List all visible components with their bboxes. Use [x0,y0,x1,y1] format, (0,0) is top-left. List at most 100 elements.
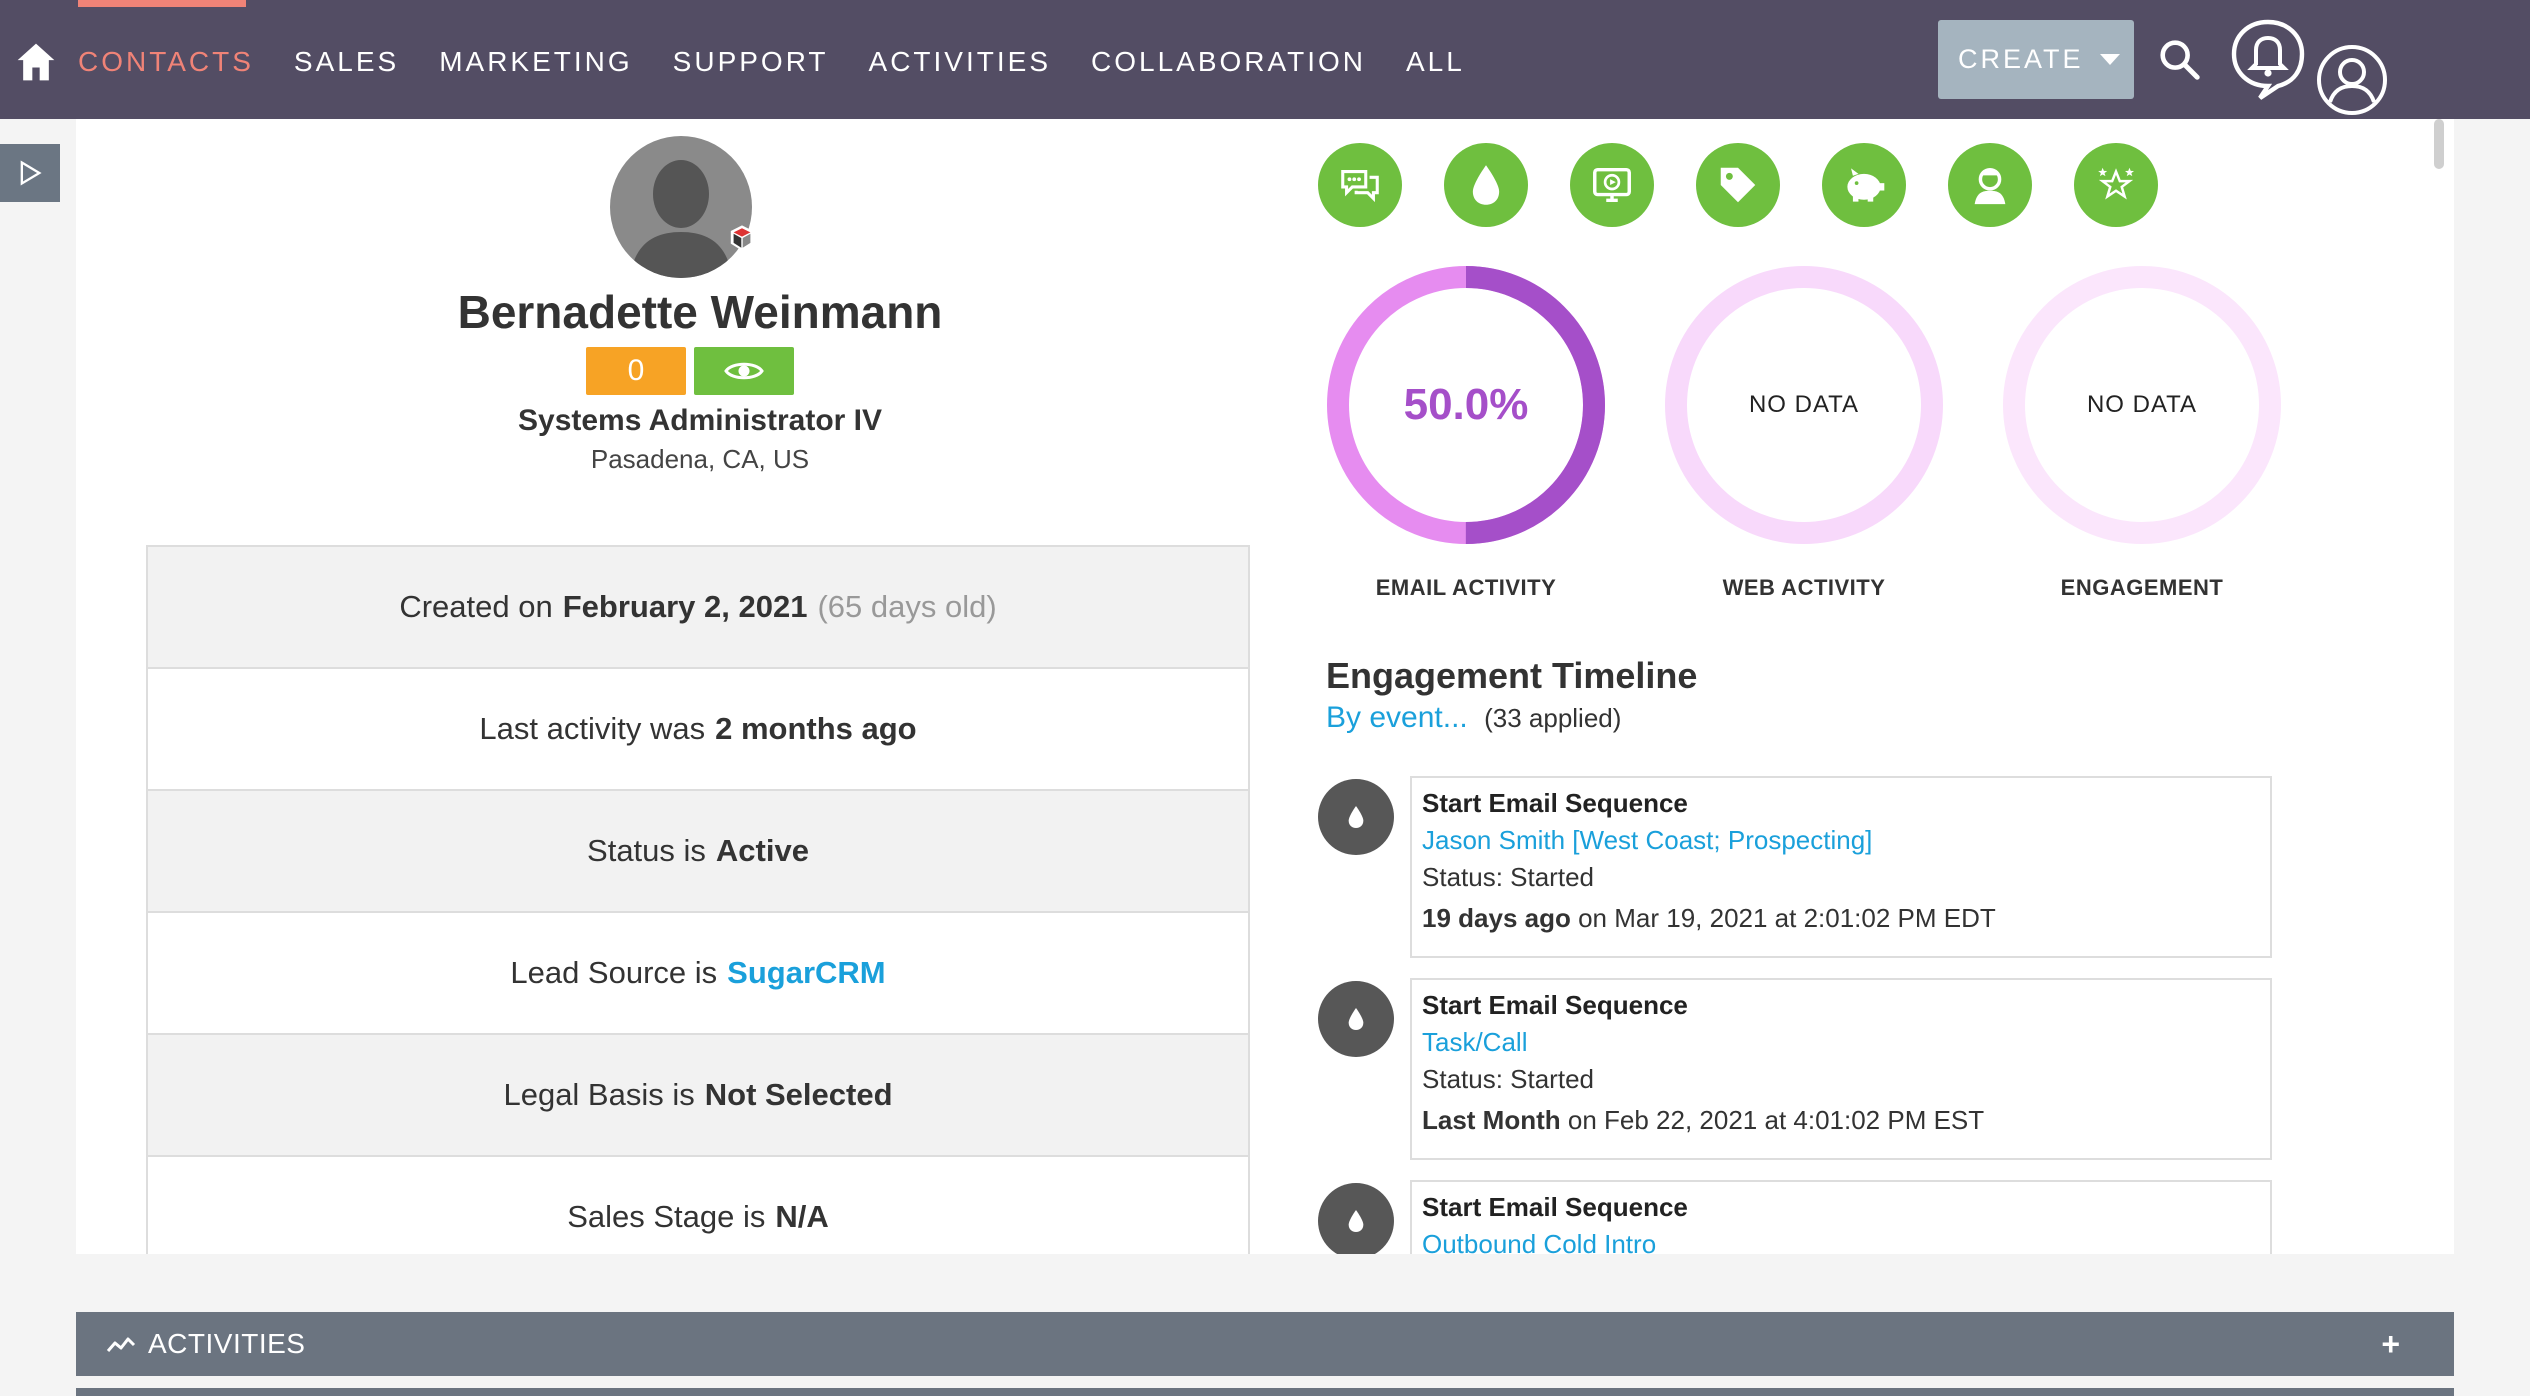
info-value: Active [715,833,809,868]
email-activity-value: 50.0% [1403,380,1529,429]
nav-activities[interactable]: ACTIVITIES [869,46,1051,78]
contact-badges: 0 [586,347,794,395]
home-icon[interactable] [14,40,58,84]
timeline-event-icon [1318,981,1394,1057]
timeline-title: Engagement Timeline [1326,655,1698,696]
event-filter-link[interactable]: By event... [1326,701,1468,734]
play-icon [20,160,42,186]
person-icon[interactable] [1948,143,2032,227]
info-row-legal-basis: Legal Basis is Not Selected [148,1035,1248,1157]
event-time: Last Month on Feb 22, 2021 at 4:01:02 PM… [1422,1105,2260,1136]
web-activity-value-wrap: NO DATA [1662,263,1946,547]
info-age: (65 days old) [817,589,997,624]
activities-label: ACTIVITIES [148,1328,306,1359]
avatar-silhouette-icon [630,160,732,278]
timeline-event-icon [1318,779,1394,855]
event-absolute-time: on Feb 22, 2021 at 4:01:02 PM EST [1567,1105,1985,1135]
activities-subpanel-header[interactable]: ACTIVITIES + [76,1312,2454,1376]
event-status: Status: Started [1422,862,1594,892]
page-scrollbar[interactable] [2428,119,2448,1254]
info-row-last-activity: Last activity was 2 months ago [148,669,1248,791]
event-absolute-time: on Mar 19, 2021 at 2:01:02 PM EDT [1578,903,1996,933]
event-link[interactable]: Outbound Cold Intro [1422,1229,2260,1254]
info-value: N/A [775,1199,829,1234]
info-label: Status is [587,833,706,868]
drop-icon [1348,1008,1364,1030]
timeline-event-icon [1318,1183,1394,1254]
piggy-bank-icon[interactable] [1822,143,1906,227]
contact-location: Pasadena, CA, US [590,444,810,474]
info-row-sales-stage: Sales Stage is N/A [148,1157,1248,1254]
event-time: 19 days ago on Mar 19, 2021 at 2:01:02 P… [1422,903,2260,934]
contact-info-table: Created on February 2, 2021 (65 days old… [146,545,1250,1254]
info-label: Last activity was [479,711,706,746]
watch-badge[interactable] [694,347,794,395]
email-activity-value-wrap: 50.0% [1324,263,1608,547]
engagement-value: NO DATA [2086,391,2198,418]
engagement-label: ENGAGEMENT [2060,575,2224,600]
stars-icon[interactable] [2074,143,2158,227]
nav-contacts[interactable]: CONTACTS [78,46,254,78]
nav-sales[interactable]: SALES [294,46,399,78]
filter-count: (33 applied) [1484,703,1622,733]
contact-name: Bernadette Weinmann [457,286,943,338]
event-title: Start Email Sequence [1422,788,1688,818]
active-tab-indicator [78,0,246,7]
email-activity-label: EMAIL ACTIVITY [1375,575,1557,600]
nav-marketing[interactable]: MARKETING [439,46,632,78]
drop-icon [1348,1210,1364,1232]
nav-support[interactable]: SUPPORT [673,46,829,78]
info-row-status: Status is Active [148,791,1248,913]
chat-icon[interactable] [1318,143,1402,227]
top-navbar: CONTACTS SALES MARKETING SUPPORT ACTIVIT… [0,0,2530,119]
info-label: Lead Source is [510,955,718,990]
info-value: Not Selected [704,1077,893,1112]
notifications-bell-icon[interactable] [2230,16,2306,100]
web-activity-value: NO DATA [1748,391,1860,418]
tag-icon[interactable] [1696,143,1780,227]
search-icon[interactable] [2156,36,2202,82]
info-value: February 2, 2021 [562,589,808,624]
info-row-lead-source: Lead Source is SugarCRM [148,913,1248,1035]
eye-icon [724,362,764,380]
create-button-label: CREATE [1958,44,2084,74]
drop-icon[interactable] [1444,143,1528,227]
event-title: Start Email Sequence [1422,1192,1688,1222]
video-icon[interactable] [1570,143,1654,227]
next-subpanel-header[interactable] [76,1388,2454,1396]
timeline-event-card: Start Email Sequence Task/Call Status: S… [1410,978,2272,1160]
nav-collaboration[interactable]: COLLABORATION [1091,46,1366,78]
avatar [610,136,752,278]
event-title: Start Email Sequence [1422,990,1688,1020]
info-label: Created on [399,589,553,624]
caret-down-icon [2099,54,2120,65]
event-status: Status: Started [1422,1064,1594,1094]
cube-icon [730,225,754,251]
lead-source-link[interactable]: SugarCRM [727,955,885,991]
timeline-filter: By event... (33 applied) [1326,701,1621,735]
info-label: Legal Basis is [503,1077,695,1112]
score-badge: 0 [586,347,686,395]
event-link[interactable]: Jason Smith [West Coast; Prospecting] [1422,825,2260,856]
timeline-event-card: Start Email Sequence Jason Smith [West C… [1410,776,2272,958]
engagement-value-wrap: NO DATA [2000,263,2284,547]
web-activity-label: WEB ACTIVITY [1722,575,1886,600]
info-row-created: Created on February 2, 2021 (65 days old… [148,547,1248,669]
create-button[interactable]: CREATE [1938,20,2134,99]
sidebar-toggle-button[interactable] [0,144,60,202]
info-value: 2 months ago [715,711,917,746]
contact-job-title: Systems Administrator IV [518,404,882,437]
nav-links: CONTACTS SALES MARKETING SUPPORT ACTIVIT… [78,46,1505,78]
info-label: Sales Stage is [567,1199,766,1234]
user-profile-icon[interactable] [2316,44,2388,116]
event-link[interactable]: Task/Call [1422,1027,2260,1058]
plus-icon[interactable]: + [2381,1326,2400,1363]
scrollbar-thumb[interactable] [2434,119,2444,169]
nav-all[interactable]: ALL [1406,46,1465,78]
timeline-event-card: Start Email Sequence Outbound Cold Intro [1410,1180,2272,1254]
drop-icon [1348,806,1364,828]
activity-chart-icon [106,1337,136,1352]
contact-detail-panel: Bernadette Weinmann 0 Systems Administra… [76,119,2454,1254]
event-relative-time: Last Month [1422,1105,1561,1135]
event-relative-time: 19 days ago [1422,903,1571,933]
